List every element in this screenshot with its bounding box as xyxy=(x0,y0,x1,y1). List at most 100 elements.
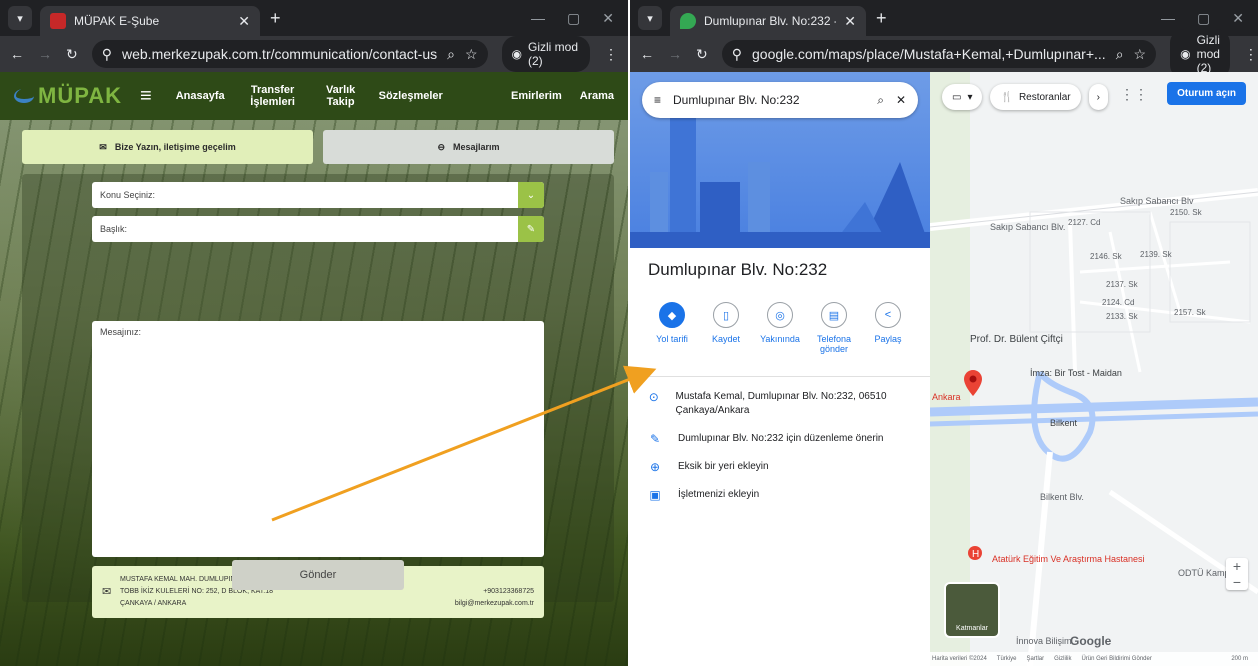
tab-write-to-us[interactable]: ✉ Bize Yazın, iletişime geçelim xyxy=(22,130,313,164)
nav-orders[interactable]: Emirlerim xyxy=(511,90,562,102)
reload-icon[interactable]: ↻ xyxy=(66,46,78,63)
email-address[interactable]: bilgi@merkezupak.com.tr xyxy=(455,598,534,610)
directions-icon: ◆ xyxy=(659,302,685,328)
title-placeholder: Başlık: xyxy=(100,224,128,234)
contact-tabs: ✉ Bize Yazın, iletişime geçelim ⊖ Mesajl… xyxy=(22,130,614,164)
map-label-ankara: Ankara xyxy=(932,392,961,402)
share-icon: < xyxy=(875,302,901,328)
left-active-tab[interactable]: MÜPAK E-Şube ✕ xyxy=(40,6,260,36)
maximize-icon[interactable]: ▢ xyxy=(1197,10,1210,27)
restaurant-icon: 🍴 xyxy=(1000,91,1013,103)
right-address-bar[interactable]: ⚲ google.com/maps/place/Mustafa+Kemal,+D… xyxy=(721,40,1157,68)
back-icon[interactable]: ← xyxy=(640,46,654,62)
nav-home[interactable]: Anasayfa xyxy=(176,90,225,102)
directions-button[interactable]: ◆ Yol tarifi xyxy=(646,302,698,354)
restaurants-chip[interactable]: 🍴 Restoranlar xyxy=(990,84,1081,110)
apps-grid-icon[interactable]: ⋮⋮ xyxy=(1120,86,1148,103)
menu-icon[interactable]: ≡ xyxy=(654,93,661,107)
map-label-2146: 2146. Sk xyxy=(1090,252,1122,261)
nav-transfer[interactable]: Transfer İşlemleri xyxy=(243,84,303,108)
map-label-bilkent[interactable]: Bilkent xyxy=(1050,418,1077,428)
map-scale[interactable]: 200 m xyxy=(1231,656,1258,662)
site-info-icon[interactable]: ⚲ xyxy=(732,46,742,63)
address-row[interactable]: ⊙ Mustafa Kemal, Dumlupınar Blv. No:232,… xyxy=(630,390,930,418)
bookmark-star-icon[interactable]: ☆ xyxy=(465,46,478,63)
nav-asset-tracking[interactable]: Varlık Takip xyxy=(321,84,361,108)
tab-search-icon[interactable]: ▾ xyxy=(8,6,32,30)
left-address-bar[interactable]: ⚲ web.merkezupak.com.tr/communication/co… xyxy=(91,40,488,68)
close-icon[interactable]: ✕ xyxy=(844,13,856,30)
mupak-logo[interactable]: MÜPAK xyxy=(14,83,122,109)
site-info-icon[interactable]: ⚲ xyxy=(102,46,112,63)
map-label-poi-2[interactable]: İmza: Bir Tost - Maidan xyxy=(1030,368,1122,378)
send-button[interactable]: Gönder xyxy=(232,560,404,590)
map-canvas[interactable]: ▭ ▾ 🍴 Restoranlar › ⋮⋮ Oturum açın Sakıp… xyxy=(930,72,1258,666)
tab-write-label: Bize Yazın, iletişime geçelim xyxy=(114,142,236,152)
incognito-badge[interactable]: ◉ Gizli mod (2) xyxy=(501,36,590,72)
zoom-icon[interactable]: ⌕ xyxy=(447,46,455,63)
sign-in-button[interactable]: Oturum açın xyxy=(1167,82,1246,105)
right-tab-title: Dumlupınar Blv. No:232 - Goog xyxy=(704,14,836,28)
close-icon[interactable]: ✕ xyxy=(238,13,250,30)
new-tab-icon[interactable]: + xyxy=(270,8,281,29)
topic-select[interactable]: Konu Seçiniz: ⌄ xyxy=(92,182,544,208)
zoom-out-icon[interactable]: − xyxy=(1226,574,1248,590)
map-privacy[interactable]: Gizlilik xyxy=(1054,656,1071,662)
zoom-icon[interactable]: ⌕ xyxy=(1116,46,1124,63)
site-navbar: MÜPAK ≡ Anasayfa Transfer İşlemleri Varl… xyxy=(0,72,628,120)
nav-contracts[interactable]: Sözleşmeler xyxy=(379,90,443,102)
minimize-icon[interactable]: — xyxy=(1161,10,1175,27)
share-button[interactable]: < Paylaş xyxy=(862,302,914,354)
hamburger-menu-icon[interactable]: ≡ xyxy=(140,85,152,108)
suggest-edit-row[interactable]: ✎ Dumlupınar Blv. No:232 için düzenleme … xyxy=(630,432,930,446)
layers-button[interactable]: Katmanlar xyxy=(944,582,1000,638)
more-chips-button[interactable]: › xyxy=(1088,84,1108,110)
back-icon[interactable]: ← xyxy=(10,46,24,62)
add-place-row[interactable]: ⊕ Eksik bir yeri ekleyin xyxy=(630,460,930,474)
message-placeholder: Mesajınız: xyxy=(100,327,142,337)
close-window-icon[interactable]: ✕ xyxy=(1232,10,1244,27)
forward-icon[interactable]: → xyxy=(668,46,682,62)
bookmark-icon: ▯ xyxy=(713,302,739,328)
menu-icon[interactable]: ⋮ xyxy=(1244,46,1258,63)
location-marker-icon[interactable] xyxy=(964,370,982,396)
right-active-tab[interactable]: Dumlupınar Blv. No:232 - Goog ✕ xyxy=(670,6,866,36)
bookmark-star-icon[interactable]: ☆ xyxy=(1134,46,1147,63)
send-to-phone-button[interactable]: ▤ Telefona gönder xyxy=(808,302,860,354)
search-icon[interactable]: ⌕ xyxy=(877,93,884,108)
map-label-hospital[interactable]: Atatürk Eğitim Ve Araştırma Hastanesi xyxy=(992,554,1145,564)
map-feedback[interactable]: Ürün Geri Bildirimi Gönder xyxy=(1081,656,1151,662)
map-label-2150: 2150. Sk xyxy=(1170,208,1202,217)
menu-icon[interactable]: ⋮ xyxy=(604,46,618,63)
map-terms[interactable]: Şartlar xyxy=(1026,656,1044,662)
phone-icon: ▤ xyxy=(821,302,847,328)
reload-icon[interactable]: ↻ xyxy=(696,46,708,63)
tab-my-messages[interactable]: ⊖ Mesajlarım xyxy=(323,130,614,164)
minimize-icon[interactable]: — xyxy=(531,10,545,27)
close-window-icon[interactable]: ✕ xyxy=(602,10,614,27)
map-label-street-1: Sakıp Sabancı Blv. xyxy=(990,222,1066,232)
map-data-credit: Harita verileri ©2024 xyxy=(932,656,987,662)
map-label-2157: 2157. Sk xyxy=(1174,308,1206,317)
add-business-row[interactable]: ▣ İşletmenizi ekleyin xyxy=(630,488,930,502)
clear-icon[interactable]: ✕ xyxy=(896,93,906,107)
tab-search-icon[interactable]: ▾ xyxy=(638,6,662,30)
save-button[interactable]: ▯ Kaydet xyxy=(700,302,752,354)
maps-search-box[interactable]: ≡ Dumlupınar Blv. No:232 ⌕ ✕ xyxy=(642,82,918,118)
location-pin-icon: ⊙ xyxy=(648,390,659,404)
map-country[interactable]: Türkiye xyxy=(997,656,1017,662)
tab-messages-label: Mesajlarım xyxy=(453,142,500,152)
maximize-icon[interactable]: ▢ xyxy=(567,10,580,27)
message-textarea[interactable]: Mesajınız: xyxy=(92,321,544,557)
zoom-in-icon[interactable]: + xyxy=(1226,558,1248,574)
nav-search[interactable]: Arama xyxy=(580,90,614,102)
chevron-down-icon[interactable]: ⌄ xyxy=(518,182,544,208)
new-tab-icon[interactable]: + xyxy=(876,8,887,29)
divider xyxy=(630,376,930,377)
title-input[interactable]: Başlık: ✎ xyxy=(92,216,544,242)
map-label-poi-1[interactable]: Prof. Dr. Bülent Çiftçi xyxy=(970,334,1063,345)
hospital-icon[interactable]: H xyxy=(968,546,982,560)
transport-dropdown[interactable]: ▭ ▾ xyxy=(942,84,983,110)
nearby-button[interactable]: ◎ Yakınında xyxy=(754,302,806,354)
forward-icon[interactable]: → xyxy=(38,46,52,62)
